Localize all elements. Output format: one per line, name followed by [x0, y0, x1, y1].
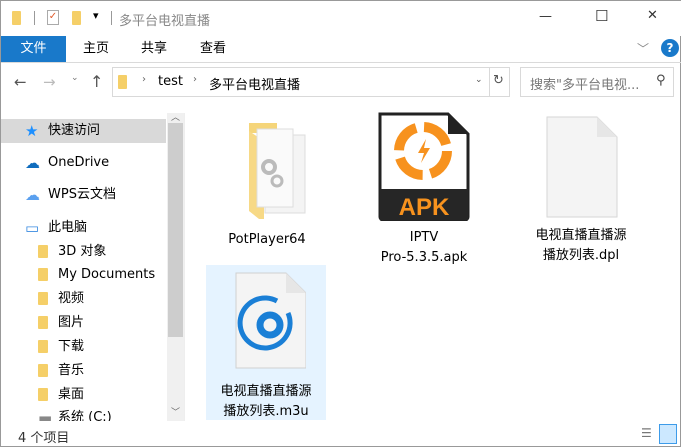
sidebar-item-label: 系统 (C:) [58, 410, 112, 421]
nav-scrollbar[interactable]: ︿ ﹀ [167, 113, 184, 421]
3d-folder-icon [38, 245, 48, 258]
file-item-dpl[interactable]: 电视直播直播源 播放列表.dpl [521, 111, 641, 266]
search-placeholder: 搜索"多平台电视... [530, 78, 640, 93]
cloud-outline-icon: ☁ [25, 186, 40, 204]
desktop-folder-icon [38, 388, 48, 401]
refresh-button[interactable]: ↻ [493, 73, 504, 88]
divider [489, 68, 490, 96]
sidebar-item[interactable]: ▭ 此电脑 [1, 216, 166, 240]
file-name-line1: IPTV [409, 230, 439, 245]
sidebar-item[interactable]: 下载 [1, 335, 166, 359]
pictures-folder-icon [38, 316, 48, 329]
sidebar-item[interactable]: 视频 [1, 287, 166, 311]
title-bar: ✓ ▾ 多平台电视直播 — ☐ ✕ [1, 1, 681, 36]
divider [34, 11, 35, 25]
sidebar-item[interactable]: My Documents [1, 263, 166, 287]
sidebar-item-label: My Documents [58, 267, 156, 282]
sidebar-item-label: 图片 [58, 315, 85, 330]
tab-home[interactable]: 主页 [79, 36, 113, 62]
file-name-line1: 电视直播直播源 [220, 384, 312, 399]
file-name-line1: 电视直播直播源 [535, 228, 627, 243]
address-dropdown-icon[interactable]: ⌄ [475, 75, 483, 85]
expand-ribbon-icon[interactable]: ﹀ [637, 40, 649, 57]
sidebar-item-label: OneDrive [48, 155, 110, 170]
file-name: PotPlayer64 [228, 232, 306, 247]
customize-toolbar-icon[interactable]: ▾ [93, 9, 99, 22]
file-name-line2: Pro-5.3.5.apk [380, 250, 468, 265]
search-icon: ⚲ [656, 73, 666, 88]
file-name-line2: 播放列表.m3u [223, 404, 309, 419]
sidebar-item-label: 下载 [58, 339, 85, 354]
tab-file[interactable]: 文件 [1, 36, 66, 62]
chevron-right-icon: › [193, 74, 197, 85]
sidebar-item-label: 桌面 [58, 387, 85, 402]
address-bar[interactable]: › test › 多平台电视直播 ⌄ ↻ [112, 67, 510, 97]
star-icon: ★ [25, 122, 39, 140]
file-item-apk[interactable]: APK IPTV Pro-5.3.5.apk [364, 111, 484, 268]
sidebar-item-label: 此电脑 [48, 220, 88, 235]
status-bar: 4 个项目 ☰ [1, 423, 681, 448]
sidebar-item[interactable]: ☁ OneDrive [1, 151, 166, 175]
file-item-m3u[interactable]: 电视直播直播源 播放列表.m3u [206, 265, 326, 420]
sidebar-item[interactable]: ☁ WPS云文档 [1, 183, 166, 207]
sidebar-item-label: 视频 [58, 291, 85, 306]
properties-icon[interactable]: ✓ [47, 10, 59, 25]
folder-icon [118, 75, 127, 89]
folder-icon [12, 11, 21, 25]
sidebar-item-label: WPS云文档 [48, 187, 116, 202]
playlist-file-icon [235, 272, 307, 369]
large-icons-view-button[interactable] [659, 424, 677, 444]
sidebar-item[interactable]: 音乐 [1, 359, 166, 383]
help-icon[interactable]: ? [661, 39, 679, 57]
breadcrumb-test[interactable]: test [158, 74, 183, 89]
back-button[interactable]: ← [14, 73, 27, 91]
sidebar-item-label: 3D 对象 [58, 244, 107, 259]
tab-share[interactable]: 共享 [137, 36, 171, 62]
search-input[interactable]: 搜索"多平台电视... ⚲ [520, 67, 674, 97]
downloads-folder-icon [38, 340, 48, 353]
minimize-button[interactable]: — [539, 9, 552, 24]
item-count: 4 个项目 [18, 431, 70, 446]
scrollbar-thumb[interactable] [168, 123, 183, 337]
folder-icon [249, 123, 306, 223]
sidebar-item-label: 音乐 [58, 363, 85, 378]
music-folder-icon [38, 364, 48, 377]
apk-file-icon: APK [378, 112, 470, 222]
recent-locations-icon[interactable]: ⌄ [71, 73, 79, 83]
computer-icon: ▭ [25, 219, 40, 237]
sidebar-item[interactable]: ▬ 系统 (C:) [1, 406, 166, 421]
documents-folder-icon [38, 268, 48, 281]
divider [111, 11, 112, 25]
apk-badge: APK [399, 194, 450, 221]
breadcrumb-current[interactable]: 多平台电视直播 [209, 74, 300, 93]
details-view-button[interactable]: ☰ [641, 426, 652, 440]
sidebar-item[interactable]: 图片 [1, 311, 166, 335]
cloud-icon: ☁ [25, 154, 40, 172]
file-name-line2: 播放列表.dpl [542, 248, 620, 263]
drive-icon: ▬ [38, 409, 53, 421]
maximize-button[interactable]: ☐ [595, 7, 608, 25]
sidebar-item[interactable]: 桌面 [1, 383, 166, 407]
close-button[interactable]: ✕ [647, 8, 658, 23]
ribbon-tabs: 文件 主页 共享 查看 ﹀ ? [1, 36, 681, 63]
file-item-potplayer64[interactable]: PotPlayer64 [207, 111, 327, 250]
tab-view[interactable]: 查看 [196, 36, 230, 62]
window-title: 多平台电视直播 [119, 14, 211, 29]
sidebar-item[interactable]: ★ 快速访问 [1, 119, 166, 143]
sidebar-item[interactable]: 3D 对象 [1, 240, 166, 264]
blank-file-icon [546, 116, 618, 218]
up-button[interactable]: ↑ [90, 72, 103, 91]
chevron-right-icon: › [142, 74, 146, 85]
sidebar-item-label: 快速访问 [48, 123, 101, 138]
navigation-pane: ★ 快速访问 ☁ OneDrive ☁ WPS云文档 ▭ 此电脑 3D 对象 My Documen… [1, 113, 167, 421]
new-folder-icon[interactable] [72, 11, 81, 25]
forward-button[interactable]: → [43, 73, 56, 91]
videos-folder-icon [38, 292, 48, 305]
